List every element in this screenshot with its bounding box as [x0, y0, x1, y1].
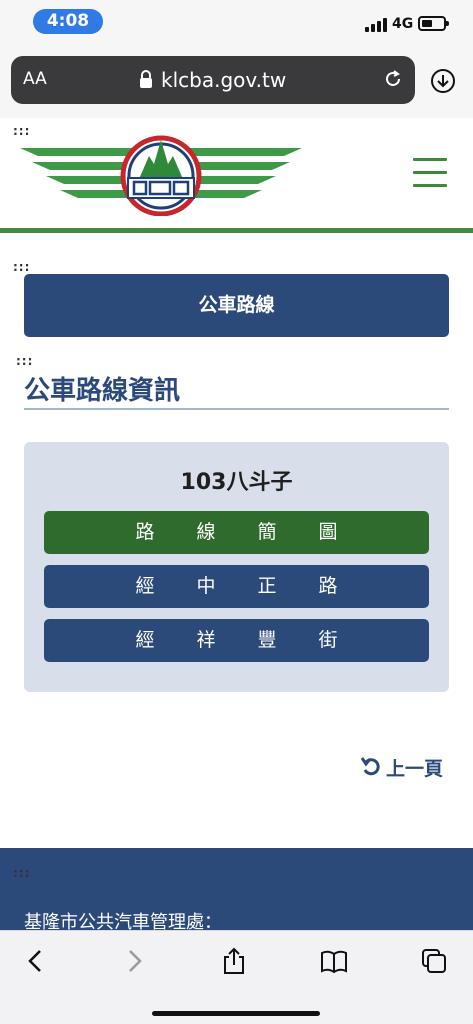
undo-icon	[360, 757, 380, 776]
drag-dots: :::	[13, 866, 31, 880]
download-icon[interactable]	[430, 68, 456, 94]
header-divider	[0, 228, 473, 233]
url-domain[interactable]: klcba.gov.tw	[161, 68, 286, 92]
battery-icon	[418, 16, 449, 31]
share-icon[interactable]	[220, 947, 248, 975]
home-indicator	[152, 1011, 320, 1016]
menu-button[interactable]	[413, 158, 447, 188]
back-icon[interactable]	[22, 947, 50, 975]
status-bar: 4:08 4G	[0, 0, 473, 44]
site-logo[interactable]	[16, 126, 306, 216]
forward-icon[interactable]	[120, 947, 148, 975]
drag-dots: :::	[16, 354, 34, 368]
bus-route-banner: 公車路線	[24, 274, 449, 337]
previous-page-link[interactable]: 上一頁	[360, 754, 443, 780]
tabs-icon[interactable]	[420, 947, 448, 975]
via-xiangfeng-street-button[interactable]: 經祥豐街	[44, 619, 429, 662]
route-name: 103八斗子	[180, 470, 293, 495]
route-map-button[interactable]: 路線簡圖	[44, 511, 429, 554]
bookmarks-icon[interactable]	[320, 947, 348, 975]
route-card: 103八斗子 路線簡圖 經中正路 經祥豐街	[24, 442, 449, 692]
previous-page-label: 上一頁	[386, 757, 444, 780]
drag-dots: :::	[13, 260, 31, 274]
page-title: 公車路線資訊	[24, 376, 181, 406]
browser-toolbar	[0, 930, 473, 1024]
network-label: 4G	[392, 16, 414, 32]
site-header: :::	[0, 118, 473, 228]
text-size-button[interactable]: AA	[23, 69, 47, 89]
status-time: 4:08	[33, 9, 103, 34]
title-divider	[24, 408, 449, 410]
reload-icon[interactable]	[383, 69, 403, 89]
signal-icon	[365, 18, 387, 32]
browser-url-area: AA klcba.gov.tw	[0, 44, 473, 118]
lock-icon	[140, 70, 152, 88]
address-bar[interactable]: AA klcba.gov.tw	[11, 56, 415, 104]
via-zhongzheng-road-button[interactable]: 經中正路	[44, 565, 429, 608]
